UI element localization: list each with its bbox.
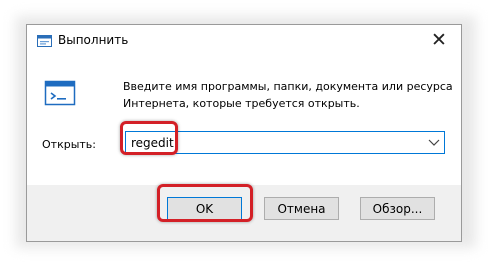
description-text: Введите имя программы, папки, документа … [123,78,453,112]
description-line-1: Введите имя программы, папки, документа … [123,80,453,93]
open-input[interactable]: regedit [131,136,174,150]
close-icon: ✕ [431,28,447,51]
ok-button[interactable]: OK [167,197,242,220]
chevron-down-icon[interactable] [428,138,440,147]
browse-button-label: Обзор... [372,201,423,216]
run-icon [44,80,76,106]
browse-button[interactable]: Обзор... [360,197,435,220]
run-dialog: Выполнить ✕ Введите имя программы, папки… [26,24,462,242]
description-line-2: Интернета, которые требуется открыть. [123,97,360,110]
open-label: Открыть: [42,138,96,151]
ok-button-label: OK [195,201,214,216]
title-bar[interactable]: Выполнить ✕ [27,25,461,55]
cancel-button[interactable]: Отмена [264,197,339,220]
window-title: Выполнить [58,33,129,47]
run-app-icon [37,35,52,47]
close-button[interactable]: ✕ [417,25,461,55]
open-combobox[interactable]: regedit [125,131,445,154]
cancel-button-label: Отмена [277,201,326,216]
